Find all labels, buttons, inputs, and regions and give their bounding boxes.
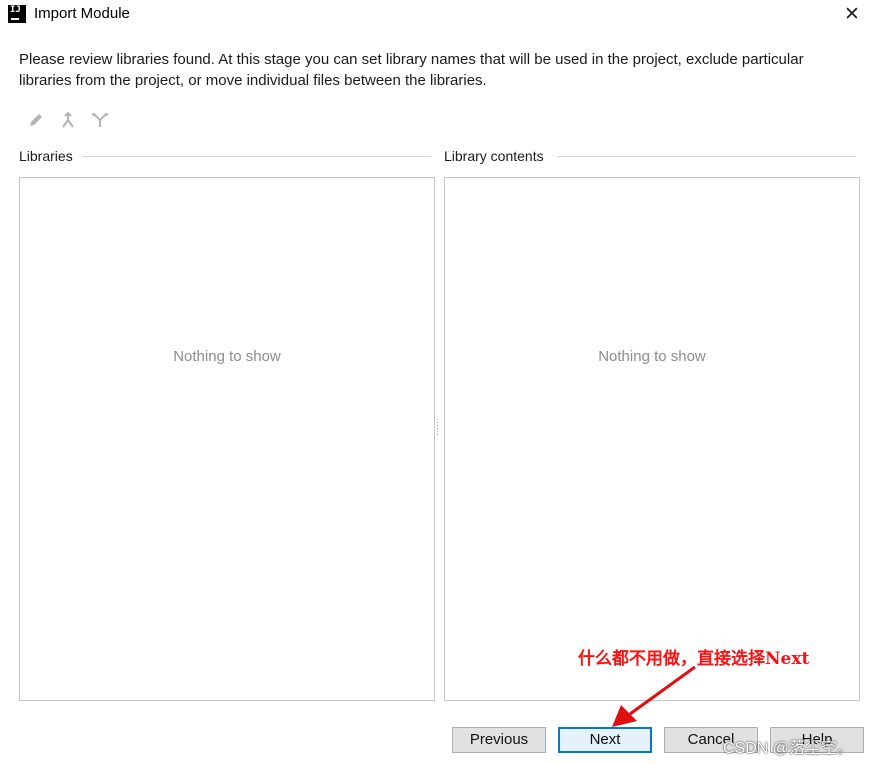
next-button[interactable]: Next xyxy=(558,727,652,753)
csdn-watermark: CSDN @落尘空。 xyxy=(723,740,854,757)
previous-button[interactable]: Previous xyxy=(452,727,546,753)
annotation-arrow xyxy=(612,665,696,727)
